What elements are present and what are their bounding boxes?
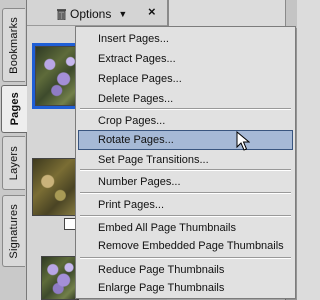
page-thumbnail[interactable] [32, 158, 76, 216]
close-icon[interactable]: × [148, 4, 156, 19]
tab-signatures-label: Signatures [8, 203, 20, 259]
menu-item-remove-embedded-page-thumbnails[interactable]: Remove Embedded Page Thumbnails [78, 236, 293, 256]
tab-layers[interactable]: Layers [2, 136, 25, 190]
tab-signatures[interactable]: Signatures [2, 195, 25, 267]
menu-separator [80, 215, 291, 217]
arrow-cursor-icon [236, 131, 250, 151]
menu-item-insert-pages[interactable]: Insert Pages... [78, 29, 293, 49]
menu-separator [80, 192, 291, 194]
options-dropdown-menu: Insert Pages... Extract Pages... Replace… [75, 26, 296, 299]
acrobat-pages-panel-screen: Bookmarks Pages Layers Signatures Option… [0, 0, 297, 300]
tab-pages[interactable]: Pages [1, 85, 27, 133]
page-thumbnail-image [42, 257, 78, 299]
menu-separator [80, 169, 291, 171]
tab-layers-label: Layers [8, 145, 20, 181]
page-thumbnail-image [33, 159, 75, 215]
menu-item-replace-pages[interactable]: Replace Pages... [78, 69, 293, 89]
panel-divider [167, 0, 169, 26]
menu-separator [80, 108, 291, 110]
menu-item-print-pages[interactable]: Print Pages... [78, 195, 293, 215]
options-label: Options [70, 7, 112, 21]
menu-item-reduce-page-thumbnails[interactable]: Reduce Page Thumbnails [78, 260, 293, 280]
menu-item-embed-all-page-thumbnails[interactable]: Embed All Page Thumbnails [78, 218, 293, 238]
tab-bookmarks[interactable]: Bookmarks [2, 8, 25, 82]
page-thumbnail[interactable] [41, 256, 79, 300]
menu-separator [80, 257, 291, 259]
tab-bookmarks-label: Bookmarks [8, 16, 20, 74]
menu-item-rotate-pages[interactable]: Rotate Pages... [78, 130, 293, 150]
menu-item-number-pages[interactable]: Number Pages... [78, 172, 293, 192]
menu-item-crop-pages[interactable]: Crop Pages... [78, 111, 293, 131]
trash-icon[interactable] [56, 8, 67, 20]
menu-item-delete-pages[interactable]: Delete Pages... [78, 89, 293, 109]
tab-pages-label: Pages [8, 92, 21, 126]
pages-panel-header: Options ▼ × [27, 0, 167, 26]
chevron-down-icon: ▼ [118, 9, 128, 19]
menu-item-enlarge-page-thumbnails[interactable]: Enlarge Page Thumbnails [78, 278, 293, 298]
menu-item-set-page-transitions[interactable]: Set Page Transitions... [78, 150, 293, 170]
options-menu-button[interactable]: Options ▼ [56, 5, 127, 23]
navigation-tab-strip: Bookmarks Pages Layers Signatures [0, 0, 27, 300]
menu-item-extract-pages[interactable]: Extract Pages... [78, 49, 293, 69]
